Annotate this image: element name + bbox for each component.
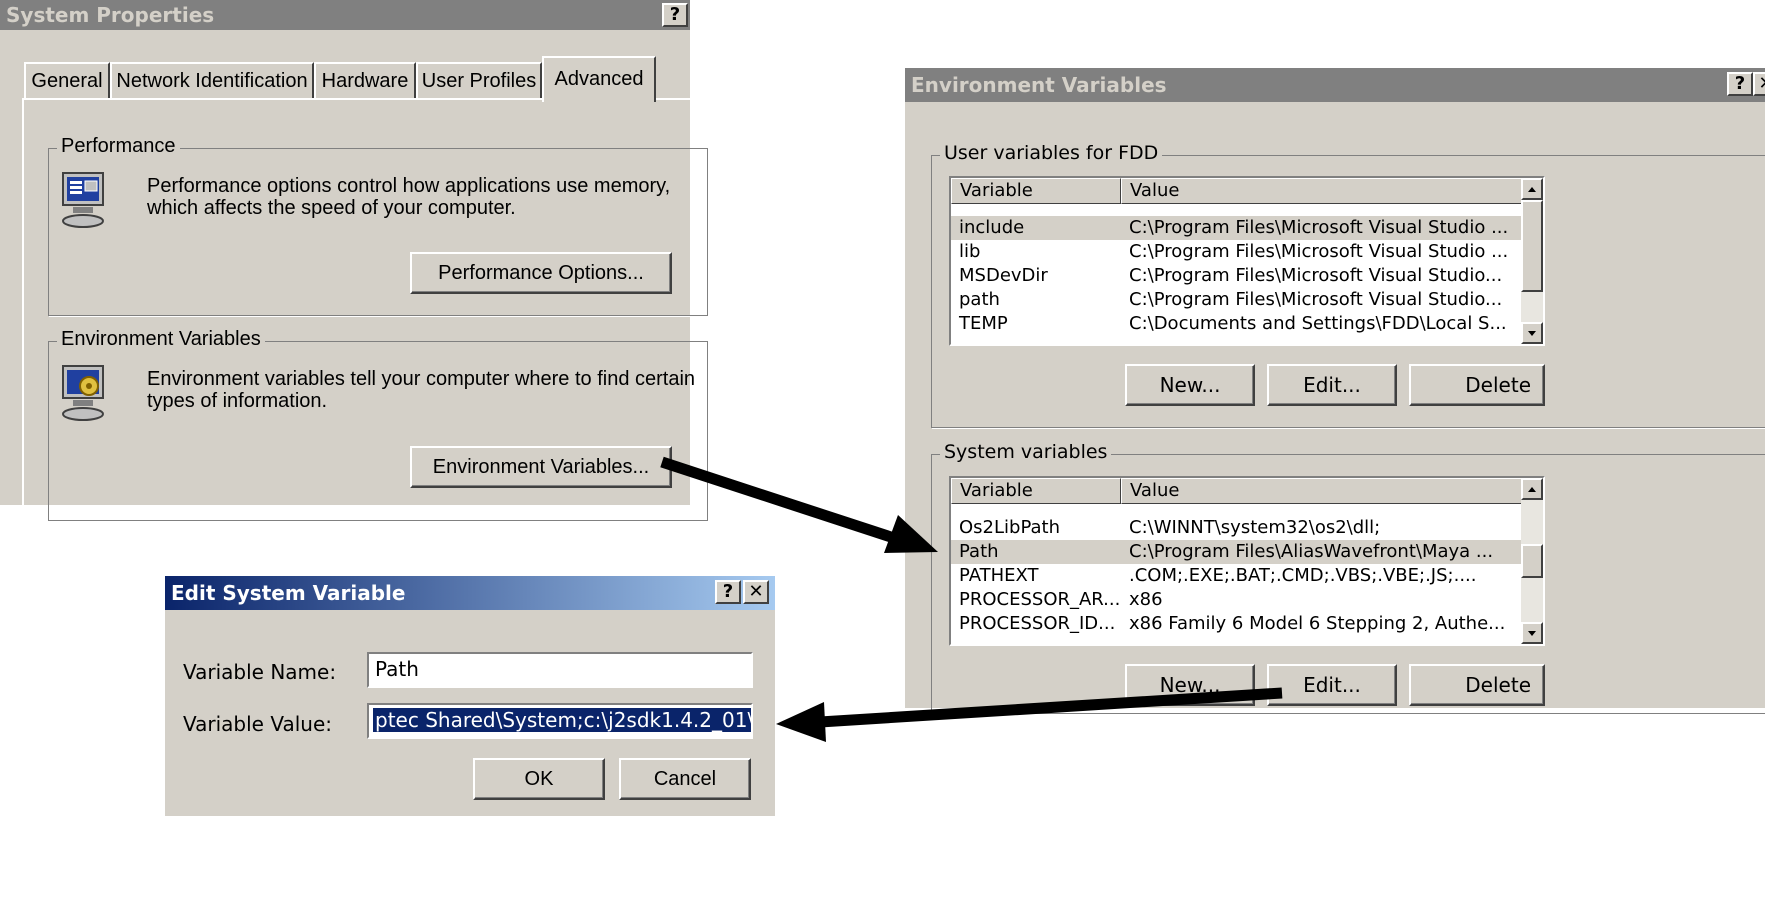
- value-cell: C:\Program Files\Microsoft Visual Studio…: [1129, 241, 1509, 262]
- environment-monitor-icon: [59, 364, 113, 424]
- tab-network-label: Network Identification: [116, 70, 308, 92]
- scroll-down-arrow-icon[interactable]: [1521, 622, 1543, 644]
- table-row[interactable]: lib C:\Program Files\Microsoft Visual St…: [951, 240, 1523, 264]
- help-button[interactable]: ?: [1727, 72, 1753, 96]
- system-properties-titlebar[interactable]: System Properties ?: [0, 0, 690, 30]
- edit-system-variable-window: Edit System Variable ? ✕ Variable Name: …: [165, 576, 775, 816]
- ok-button[interactable]: OK: [473, 758, 605, 800]
- value-cell: C:\Program Files\Microsoft Visual Studio…: [1129, 289, 1503, 310]
- system-variables-list[interactable]: Variable Value Os2LibPath C:\WINNT\syste…: [949, 476, 1545, 646]
- column-header-value[interactable]: Value: [1121, 178, 1523, 204]
- system-new-button[interactable]: New...: [1125, 664, 1255, 706]
- variable-cell: path: [959, 289, 1000, 310]
- environment-group: Environment Variables Environment variab…: [48, 328, 708, 521]
- tab-advanced[interactable]: Advanced: [542, 56, 656, 102]
- table-row[interactable]: Path C:\Program Files\AliasWavefront\May…: [951, 540, 1523, 564]
- variable-value-text: ptec Shared\System;c:\j2sdk1.4.2_01\bin;: [373, 708, 751, 732]
- variable-cell: PROCESSOR_AR...: [959, 589, 1121, 610]
- environment-description-line1: Environment variables tell your computer…: [147, 368, 696, 390]
- value-cell: x86 Family 6 Model 6 Stepping 2, Authe..…: [1129, 613, 1506, 634]
- edit-system-variable-title: Edit System Variable: [171, 581, 406, 605]
- user-new-button[interactable]: New...: [1125, 364, 1255, 406]
- tab-network-identification[interactable]: Network Identification: [110, 62, 314, 100]
- performance-options-button[interactable]: Performance Options...: [410, 252, 672, 294]
- value-cell: C:\Program Files\Microsoft Visual Studio…: [1129, 217, 1509, 238]
- user-variables-label: User variables for FDD: [940, 142, 1163, 164]
- help-button[interactable]: ?: [715, 580, 741, 604]
- variable-cell: lib: [959, 241, 981, 262]
- scrollbar[interactable]: [1521, 178, 1543, 344]
- column-header-variable[interactable]: Variable: [951, 178, 1121, 204]
- performance-monitor-icon: [59, 171, 113, 231]
- performance-description-line1: Performance options control how applicat…: [147, 175, 671, 197]
- edit-system-variable-titlebar[interactable]: Edit System Variable ? ✕: [165, 576, 775, 610]
- value-cell: C:\Documents and Settings\FDD\Local S...: [1129, 313, 1507, 334]
- value-cell: C:\Program Files\AliasWavefront\Maya ...: [1129, 541, 1494, 562]
- help-button[interactable]: ?: [662, 3, 688, 27]
- table-row[interactable]: PATHEXT .COM;.EXE;.BAT;.CMD;.VBS;.VBE;.J…: [951, 564, 1523, 588]
- system-variables-label: System variables: [940, 441, 1112, 463]
- value-cell: C:\Program Files\Microsoft Visual Studio…: [1129, 265, 1503, 286]
- variable-cell: PROCESSOR_ID...: [959, 613, 1116, 634]
- table-row[interactable]: PROCESSOR_AR... x86: [951, 588, 1523, 612]
- system-edit-button[interactable]: Edit...: [1267, 664, 1397, 706]
- variable-cell: Os2LibPath: [959, 517, 1060, 538]
- table-row[interactable]: Os2LibPath C:\WINNT\system32\os2\dll;: [951, 516, 1523, 540]
- performance-description-line2: which affects the speed of your computer…: [147, 197, 516, 219]
- environment-variables-titlebar[interactable]: Environment Variables ? ✕: [905, 68, 1765, 102]
- cancel-button[interactable]: Cancel: [619, 758, 751, 800]
- scrollbar-thumb[interactable]: [1521, 200, 1543, 292]
- system-properties-title: System Properties: [6, 3, 215, 27]
- value-cell: C:\WINNT\system32\os2\dll;: [1129, 517, 1381, 538]
- variable-name-field[interactable]: Path: [367, 652, 753, 688]
- table-row[interactable]: include C:\Program Files\Microsoft Visua…: [951, 216, 1523, 240]
- environment-description-line2: types of information.: [147, 390, 328, 412]
- user-delete-button[interactable]: Delete: [1409, 364, 1545, 406]
- column-header-value[interactable]: Value: [1121, 478, 1523, 504]
- close-icon[interactable]: ✕: [1753, 72, 1765, 96]
- system-properties-window: System Properties ? General Network Iden…: [0, 0, 714, 521]
- variable-cell: include: [959, 217, 1025, 238]
- tab-advanced-label: Advanced: [554, 68, 644, 90]
- variable-cell: MSDevDir: [959, 265, 1048, 286]
- variable-cell: Path: [959, 541, 999, 562]
- value-cell: .COM;.EXE;.BAT;.CMD;.VBS;.VBE;.JS;....: [1129, 565, 1477, 586]
- tab-hardware[interactable]: Hardware: [314, 62, 416, 100]
- table-row[interactable]: MSDevDir C:\Program Files\Microsoft Visu…: [951, 264, 1523, 288]
- scrollbar[interactable]: [1521, 478, 1543, 644]
- variable-value-field[interactable]: ptec Shared\System;c:\j2sdk1.4.2_01\bin;: [367, 703, 753, 739]
- user-edit-button[interactable]: Edit...: [1267, 364, 1397, 406]
- column-header-variable[interactable]: Variable: [951, 478, 1121, 504]
- environment-variables-window: Environment Variables ? ✕ User variables…: [903, 68, 1765, 714]
- variable-cell: PATHEXT: [959, 565, 1039, 586]
- close-icon[interactable]: ✕: [743, 580, 769, 604]
- table-row[interactable]: PROCESSOR_ID... x86 Family 6 Model 6 Ste…: [951, 612, 1523, 636]
- tab-user-profiles[interactable]: User Profiles: [416, 62, 542, 100]
- scroll-down-arrow-icon[interactable]: [1521, 322, 1543, 344]
- scroll-up-arrow-icon[interactable]: [1521, 478, 1543, 500]
- tab-general[interactable]: General: [24, 62, 110, 100]
- environment-group-label: Environment Variables: [57, 328, 265, 351]
- tab-hardware-label: Hardware: [321, 70, 409, 92]
- scroll-up-arrow-icon[interactable]: [1521, 178, 1543, 200]
- performance-group-label: Performance: [57, 135, 180, 158]
- tab-user-profiles-label: User Profiles: [421, 70, 537, 92]
- value-cell: x86: [1129, 589, 1163, 610]
- variable-cell: TEMP: [959, 313, 1008, 334]
- table-row[interactable]: path C:\Program Files\Microsoft Visual S…: [951, 288, 1523, 312]
- variable-name-label: Variable Name:: [183, 660, 337, 684]
- table-row[interactable]: TEMP C:\Documents and Settings\FDD\Local…: [951, 312, 1523, 336]
- tab-general-label: General: [31, 70, 103, 92]
- user-variables-list[interactable]: Variable Value include C:\Program Files\…: [949, 176, 1545, 346]
- system-delete-button[interactable]: Delete: [1409, 664, 1545, 706]
- scrollbar-thumb[interactable]: [1521, 544, 1543, 578]
- environment-variables-button[interactable]: Environment Variables...: [410, 446, 672, 488]
- variable-value-label: Variable Value:: [183, 712, 332, 736]
- environment-variables-title: Environment Variables: [911, 73, 1167, 97]
